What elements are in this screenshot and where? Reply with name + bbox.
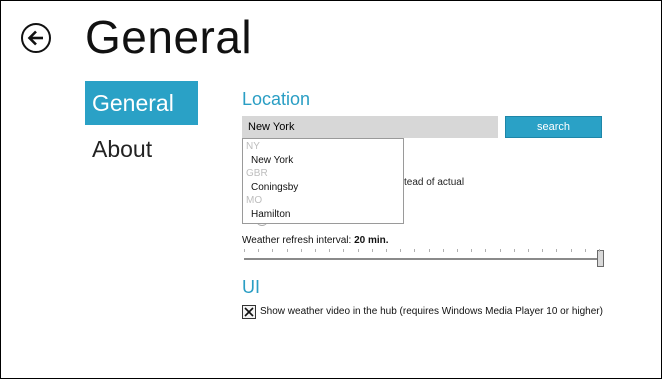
obscured-option-label: stead of actual: [399, 177, 465, 188]
slider-tick: [542, 249, 544, 252]
slider-tick: [329, 249, 331, 252]
location-suggestions-dropdown: NY New York GBR Coningsby MO Hamilton: [242, 138, 404, 224]
slider-tick: [414, 249, 416, 252]
suggestion-group-label: GBR: [246, 168, 268, 179]
slider-tick: [258, 249, 260, 252]
refresh-interval-prefix: Weather refresh interval:: [242, 235, 355, 246]
page-title: General: [85, 11, 253, 63]
suggestion-group-label: NY: [246, 141, 260, 152]
show-video-label: Show weather video in the hub (requires …: [260, 306, 603, 317]
slider-tick: [244, 249, 245, 252]
location-heading: Location: [242, 89, 311, 109]
suggestion-group-label: MO: [246, 195, 263, 206]
slider-tick: [513, 249, 515, 252]
suggestion-item[interactable]: Hamilton: [243, 207, 403, 222]
slider-tick: [315, 249, 316, 252]
nav-item-general[interactable]: General: [85, 81, 198, 125]
slider-tick: [584, 249, 586, 252]
show-video-checkbox[interactable]: [242, 305, 256, 319]
slider-thumb[interactable]: [597, 250, 604, 267]
slider-tick: [457, 249, 458, 252]
slider-track: [244, 258, 600, 260]
nav-item-about[interactable]: About: [85, 127, 198, 171]
back-button[interactable]: [21, 23, 51, 53]
slider-tick: [528, 249, 529, 252]
search-button[interactable]: search: [505, 116, 602, 138]
refresh-interval-value: 20 min.: [354, 235, 389, 246]
slider-tick: [499, 249, 501, 252]
refresh-interval-slider[interactable]: [242, 249, 610, 267]
slider-tick: [371, 249, 373, 252]
refresh-interval-label: Weather refresh interval: 20 min.: [242, 235, 389, 246]
suggestion-item[interactable]: New York: [243, 153, 403, 168]
slider-tick: [428, 249, 430, 252]
slider-tick: [471, 249, 473, 252]
location-input[interactable]: [242, 116, 498, 138]
slider-tick: [343, 249, 345, 252]
slider-tick: [599, 249, 600, 252]
slider-tick: [386, 249, 387, 252]
slider-tick: [570, 249, 572, 252]
slider-tick: [485, 249, 487, 252]
suggestion-item[interactable]: Coningsby: [243, 180, 403, 195]
slider-tick: [556, 249, 558, 252]
ui-heading: UI: [242, 277, 260, 297]
slider-tick: [357, 249, 359, 252]
slider-tick: [300, 249, 302, 252]
slider-tick: [442, 249, 444, 252]
slider-tick: [286, 249, 288, 252]
slider-tick: [272, 249, 274, 252]
slider-tick: [400, 249, 402, 252]
settings-window: General General About Location search st…: [0, 0, 662, 379]
